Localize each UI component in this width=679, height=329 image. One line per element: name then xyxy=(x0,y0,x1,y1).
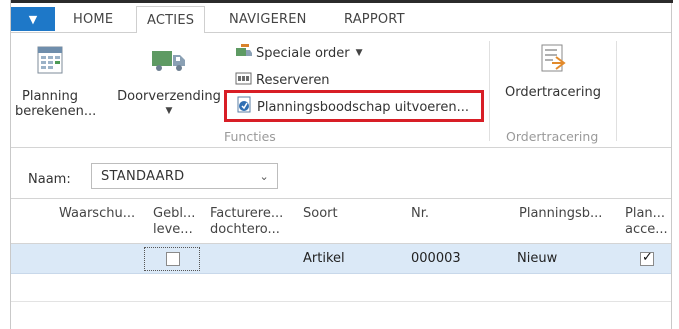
col-header-line: Plan... xyxy=(625,206,666,221)
tab-navigeren[interactable]: NAVIGEREN xyxy=(229,12,307,27)
plan-accepteren-checkbox[interactable]: ✓ xyxy=(640,250,654,266)
col-header-factureren[interactable]: Facturere... dochtero... xyxy=(210,206,283,238)
group-separator xyxy=(489,41,490,141)
col-header-planningsboodschap[interactable]: Planningsb... xyxy=(519,206,602,222)
col-header-waarschuwing[interactable]: Waarschu... xyxy=(59,206,135,222)
cell-nr[interactable]: 000003 xyxy=(411,251,461,266)
col-header-line: leve... xyxy=(153,222,193,237)
ribbon-panel: Planning berekenen... Doorverzending ▼ S… xyxy=(11,33,671,148)
highlight-box xyxy=(224,90,484,122)
col-header-plan-accepteren[interactable]: Plan... acce... xyxy=(625,206,668,238)
speciale-order-label: Speciale order xyxy=(256,45,350,61)
speciale-order-button[interactable]: Speciale order ▼ xyxy=(235,43,363,63)
reserveren-label: Reserveren xyxy=(256,72,330,88)
planning-label-line2: berekenen... xyxy=(15,104,97,119)
order-tracking-icon xyxy=(536,43,570,77)
caret-down-icon: ▼ xyxy=(165,106,173,116)
planning-grid: Waarschu... Gebl... leve... Facturere...… xyxy=(11,198,671,302)
reserve-icon xyxy=(235,70,253,90)
ordertracering-button[interactable]: Ordertracering xyxy=(499,43,607,100)
col-header-line: acce... xyxy=(625,222,668,237)
ribbon-tab-bar: ▼ HOME ACTIES NAVIGEREN RAPPORT xyxy=(11,3,671,34)
caret-down-icon: ▼ xyxy=(28,12,38,26)
special-order-icon xyxy=(235,43,253,63)
chevron-down-icon: ⌄ xyxy=(259,170,269,183)
col-header-line: Facturere... xyxy=(210,206,284,221)
grid-header: Waarschu... Gebl... leve... Facturere...… xyxy=(11,198,671,244)
ordertracering-group-label: Ordertracering xyxy=(506,129,599,144)
col-header-soort[interactable]: Soort xyxy=(303,206,338,222)
col-header-line: dochtero... xyxy=(210,222,280,237)
naam-label: Naam: xyxy=(28,172,71,187)
geblokkeerd-checkbox[interactable] xyxy=(166,252,180,266)
checkmark-icon: ✓ xyxy=(642,250,653,265)
cell-planningsboodschap[interactable]: Nieuw xyxy=(517,251,557,266)
col-header-line: Gebl... xyxy=(153,206,196,221)
naam-dropdown-value: STANDAARD xyxy=(101,168,185,184)
naam-dropdown[interactable]: STANDAARD ⌄ xyxy=(91,163,278,189)
caret-down-icon: ▼ xyxy=(355,48,363,58)
table-row[interactable]: Artikel 000003 Nieuw ✓ xyxy=(11,244,671,274)
tab-rapport[interactable]: RAPPORT xyxy=(344,12,405,27)
group-separator xyxy=(616,41,617,141)
doorverzending-button[interactable]: Doorverzending ▼ xyxy=(115,45,223,119)
doorverzending-label: Doorverzending xyxy=(117,89,221,104)
tab-home[interactable]: HOME xyxy=(73,12,113,27)
cell-soort[interactable]: Artikel xyxy=(303,251,345,266)
planning-label-line1: Planning xyxy=(22,89,78,104)
reserveren-button[interactable]: Reserveren xyxy=(235,70,330,90)
planning-worksheet-icon xyxy=(35,45,65,75)
window-frame: ▼ HOME ACTIES NAVIGEREN RAPPORT Planning… xyxy=(10,0,673,329)
ordertracering-label: Ordertracering xyxy=(505,85,601,100)
col-header-nr[interactable]: Nr. xyxy=(411,206,429,222)
tab-acties[interactable]: ACTIES xyxy=(136,6,206,34)
planning-berekenen-button[interactable]: Planning berekenen... xyxy=(15,45,97,119)
app-menu-button[interactable]: ▼ xyxy=(11,7,55,31)
truck-icon xyxy=(149,45,189,75)
col-header-geblokkeerd[interactable]: Gebl... leve... xyxy=(153,206,195,238)
empty-row xyxy=(11,274,671,302)
functies-group-label: Functies xyxy=(224,129,276,144)
